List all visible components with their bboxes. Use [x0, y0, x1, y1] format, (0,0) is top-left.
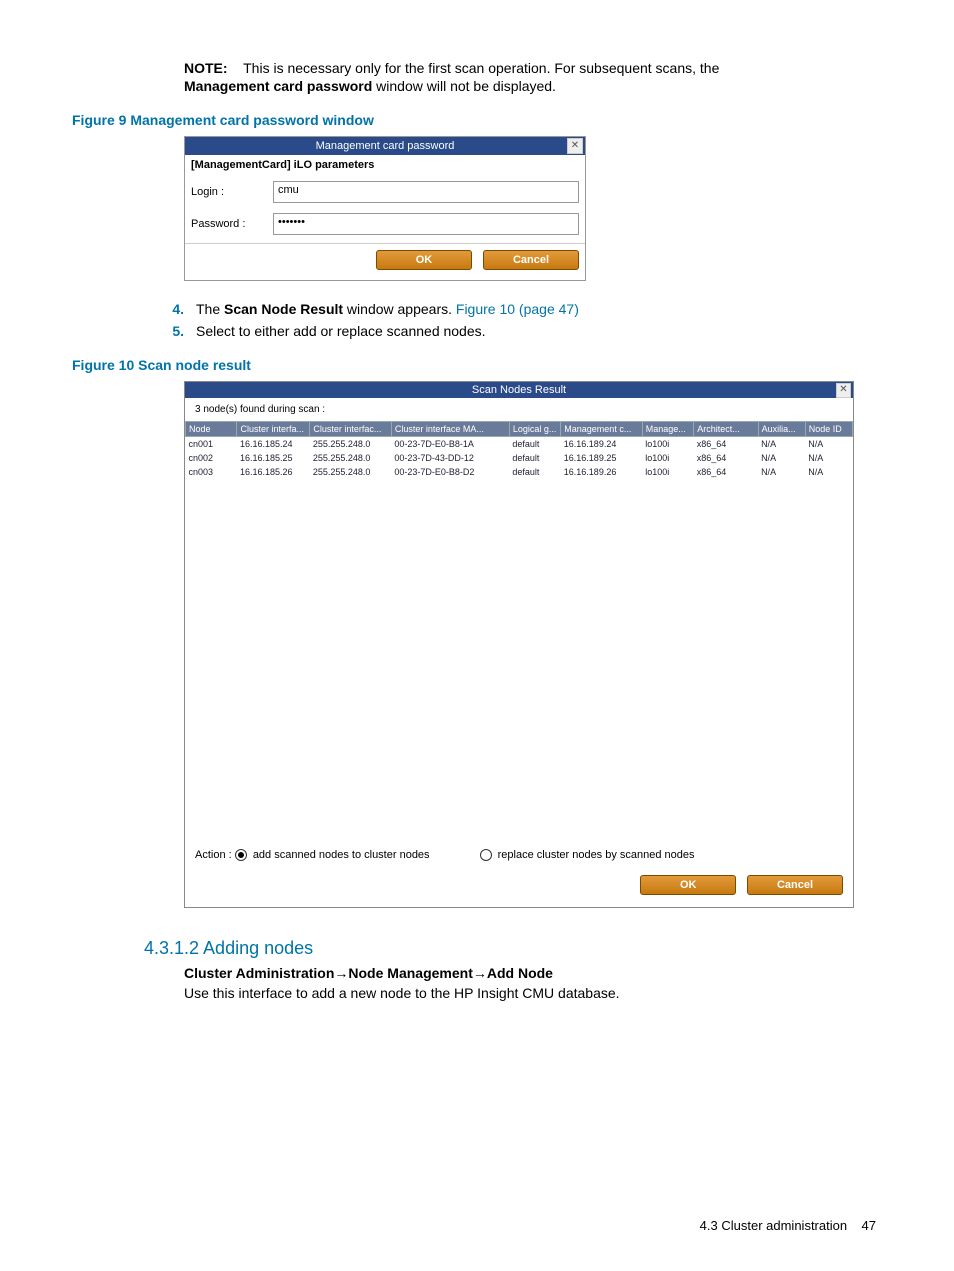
- fig9-titlebar: Management card password ✕: [185, 137, 585, 155]
- column-header[interactable]: Node: [186, 422, 237, 437]
- close-icon[interactable]: ✕: [836, 383, 851, 398]
- ok-button[interactable]: OK: [640, 875, 736, 895]
- section-body: Use this interface to add a new node to …: [184, 985, 882, 1001]
- action-option-add[interactable]: Action : add scanned nodes to cluster no…: [195, 849, 430, 861]
- fig10-titlebar: Scan Nodes Result ✕: [185, 382, 853, 398]
- column-header[interactable]: Management c...: [561, 422, 642, 437]
- login-input[interactable]: cmu: [273, 181, 579, 203]
- note-paragraph: NOTE: This is necessary only for the fir…: [184, 60, 882, 76]
- figure-9-caption: Figure 9 Management card password window: [72, 112, 882, 128]
- step-4-body: The Scan Node Result window appears. Fig…: [196, 301, 882, 317]
- page-footer: 4.3 Cluster administration 47: [0, 1218, 954, 1233]
- ilo-params-title: [ManagementCard] iLO parameters: [185, 155, 585, 179]
- radio-replace-icon[interactable]: [480, 849, 492, 861]
- column-header[interactable]: Cluster interfac...: [310, 422, 391, 437]
- table-row[interactable]: cn00316.16.185.26255.255.248.000-23-7D-E…: [186, 465, 853, 479]
- step-4-number: 4.: [144, 301, 196, 317]
- cancel-button[interactable]: Cancel: [747, 875, 843, 895]
- note-label: NOTE:: [184, 60, 228, 76]
- table-row[interactable]: cn00216.16.185.25255.255.248.000-23-7D-4…: [186, 451, 853, 465]
- column-header[interactable]: Logical g...: [509, 422, 560, 437]
- login-label: Login :: [191, 186, 273, 198]
- password-label: Password :: [191, 218, 273, 230]
- column-header[interactable]: Node ID: [805, 422, 852, 437]
- ok-button[interactable]: OK: [376, 250, 472, 270]
- column-header[interactable]: Cluster interface MA...: [391, 422, 509, 437]
- column-header[interactable]: Architect...: [694, 422, 758, 437]
- scan-nodes-result-window: Scan Nodes Result ✕ 3 node(s) found duri…: [184, 381, 854, 908]
- radio-add-icon[interactable]: [235, 849, 247, 861]
- password-input[interactable]: •••••••: [273, 213, 579, 235]
- breadcrumb: Cluster Administration→Node Management→A…: [184, 965, 882, 981]
- note-line-2: Management card password window will not…: [184, 78, 882, 94]
- note-bold: Management card password: [184, 78, 372, 94]
- note-rest: window will not be displayed.: [372, 78, 556, 94]
- action-option-replace[interactable]: replace cluster nodes by scanned nodes: [480, 849, 695, 861]
- column-header[interactable]: Manage...: [642, 422, 693, 437]
- fig9-title: Management card password: [316, 140, 455, 152]
- management-card-password-window: Management card password ✕ [ManagementCa…: [184, 136, 586, 281]
- cancel-button[interactable]: Cancel: [483, 250, 579, 270]
- section-heading: 4.3.1.2 Adding nodes: [144, 938, 882, 959]
- note-text-1: This is necessary only for the first sca…: [243, 60, 719, 76]
- scan-result-table: NodeCluster interfa...Cluster interfac..…: [185, 421, 853, 479]
- close-icon[interactable]: ✕: [567, 138, 583, 154]
- table-row[interactable]: cn00116.16.185.24255.255.248.000-23-7D-E…: [186, 437, 853, 452]
- step-5-number: 5.: [144, 323, 196, 339]
- column-header[interactable]: Auxilia...: [758, 422, 805, 437]
- fig10-title: Scan Nodes Result: [472, 384, 566, 396]
- figure-10-link[interactable]: Figure 10 (page 47): [456, 301, 579, 317]
- figure-10-caption: Figure 10 Scan node result: [72, 357, 882, 373]
- step-5-body: Select to either add or replace scanned …: [196, 323, 882, 339]
- nodes-found-label: 3 node(s) found during scan :: [185, 398, 853, 421]
- column-header[interactable]: Cluster interfa...: [237, 422, 310, 437]
